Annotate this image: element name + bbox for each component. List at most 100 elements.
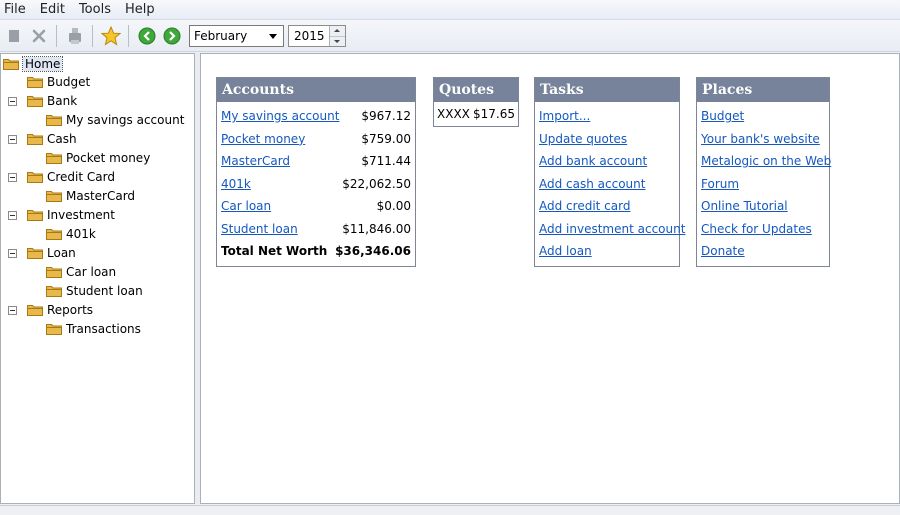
collapse-toggle-icon[interactable] (8, 306, 17, 315)
tasks-title: Tasks (535, 78, 679, 102)
accounts-title: Accounts (217, 78, 415, 102)
task-add-loan-link[interactable]: Add loan (539, 244, 592, 258)
year-value: 2015 (294, 29, 325, 43)
tree-item-credit-card[interactable]: Credit Card (27, 168, 115, 186)
folder-icon (46, 324, 62, 335)
folder-icon (27, 77, 43, 88)
places-title: Places (697, 78, 829, 102)
account-row: 401k $22,062.50 (221, 173, 411, 196)
toolbar-separator (56, 24, 57, 47)
account-link[interactable]: My savings account (221, 109, 339, 123)
account-link[interactable]: MasterCard (221, 154, 290, 168)
tree-item-budget[interactable]: Budget (27, 73, 90, 91)
account-amount: $11,846.00 (342, 221, 411, 236)
account-link[interactable]: Car loan (221, 199, 271, 213)
status-bar (0, 505, 900, 515)
toolbar-separator (92, 24, 93, 47)
account-row: Pocket money $759.00 (221, 128, 411, 151)
task-add-cash-account-link[interactable]: Add cash account (539, 177, 645, 191)
account-row: MasterCard $711.44 (221, 150, 411, 173)
quote-row: XXXX $17.65 (437, 104, 515, 124)
collapse-toggle-icon[interactable] (8, 211, 17, 220)
account-row: Car loan $0.00 (221, 195, 411, 218)
forward-arrow-icon[interactable] (161, 25, 183, 47)
account-link[interactable]: 401k (221, 177, 251, 191)
folder-icon (46, 286, 62, 297)
place-forum-link[interactable]: Forum (701, 177, 739, 191)
month-dropdown[interactable]: February (189, 25, 284, 47)
account-link[interactable]: Pocket money (221, 132, 305, 146)
folder-icon (46, 267, 62, 278)
folder-icon (27, 96, 43, 107)
tree-item-student-loan[interactable]: Student loan (46, 282, 143, 300)
account-amount: $0.00 (376, 199, 411, 214)
collapse-toggle-icon[interactable] (8, 173, 17, 182)
folder-icon (27, 172, 43, 183)
folder-icon (46, 191, 62, 202)
stop-icon[interactable] (3, 25, 25, 47)
collapse-toggle-icon[interactable] (8, 249, 17, 258)
account-amount: $22,062.50 (342, 176, 411, 191)
toolbar: February 2015 (0, 20, 900, 52)
quote-price: $17.65 (473, 107, 515, 121)
total-net-worth-row: Total Net Worth $36,346.06 (221, 240, 411, 263)
tree-item-car-loan[interactable]: Car loan (46, 263, 116, 281)
quotes-title: Quotes (434, 78, 518, 102)
place-bank-website-link[interactable]: Your bank's website (701, 132, 820, 146)
folder-icon (27, 305, 43, 316)
place-online-tutorial-link[interactable]: Online Tutorial (701, 199, 788, 213)
tree-item-my-savings-account[interactable]: My savings account (46, 111, 184, 129)
tree-item-pocket-money[interactable]: Pocket money (46, 149, 150, 167)
back-arrow-icon[interactable] (136, 25, 158, 47)
tree-item-bank[interactable]: Bank (27, 92, 77, 110)
task-add-investment-account-link[interactable]: Add investment account (539, 222, 685, 236)
quotes-panel: Quotes XXXX $17.65 (433, 77, 519, 127)
place-metalogic-web-link[interactable]: Metalogic on the Web (701, 154, 831, 168)
collapse-toggle-icon[interactable] (8, 97, 17, 106)
account-row: My savings account $967.12 (221, 105, 411, 128)
folder-icon (46, 229, 62, 240)
month-value: February (194, 29, 248, 43)
menu-tools[interactable]: Tools (72, 2, 118, 17)
tree-item-401k[interactable]: 401k (46, 225, 96, 243)
tree-item-home[interactable]: Home (3, 55, 64, 73)
task-update-quotes-link[interactable]: Update quotes (539, 132, 627, 146)
folder-icon (46, 153, 62, 164)
tree-item-mastercard[interactable]: MasterCard (46, 187, 135, 205)
toolbar-separator (128, 24, 129, 47)
tasks-panel: Tasks Import... Update quotes Add bank a… (534, 77, 685, 267)
task-add-credit-card-link[interactable]: Add credit card (539, 199, 630, 213)
print-icon[interactable] (64, 25, 86, 47)
tree-item-reports[interactable]: Reports (27, 301, 93, 319)
tree-item-transactions[interactable]: Transactions (46, 320, 141, 338)
account-row: Student loan $11,846.00 (221, 218, 411, 241)
quote-symbol: XXXX (437, 107, 470, 121)
home-dashboard: Accounts My savings account $967.12 Pock… (200, 53, 900, 504)
folder-icon (27, 210, 43, 221)
menu-file[interactable]: File (0, 2, 33, 17)
tree-item-investment[interactable]: Investment (27, 206, 115, 224)
account-amount: $967.12 (361, 109, 411, 124)
menu-edit[interactable]: Edit (33, 2, 72, 17)
folder-icon (27, 248, 43, 259)
account-link[interactable]: Student loan (221, 222, 298, 236)
year-spinner[interactable]: 2015 (288, 25, 346, 47)
task-add-bank-account-link[interactable]: Add bank account (539, 154, 647, 168)
collapse-toggle-icon[interactable] (8, 135, 17, 144)
folder-icon (27, 134, 43, 145)
tree-item-loan[interactable]: Loan (27, 244, 76, 262)
place-donate-link[interactable]: Donate (701, 244, 745, 258)
menu-help[interactable]: Help (118, 2, 162, 17)
navigation-tree: Home Budget Bank My savings account Cash… (0, 53, 195, 504)
task-import-link[interactable]: Import... (539, 109, 590, 123)
folder-icon (46, 115, 62, 126)
spin-up-button[interactable] (330, 26, 345, 37)
spin-down-button[interactable] (330, 36, 345, 46)
favorite-star-icon[interactable] (100, 25, 122, 47)
tree-item-cash[interactable]: Cash (27, 130, 77, 148)
place-check-updates-link[interactable]: Check for Updates (701, 222, 812, 236)
total-net-worth-amount: $36,346.06 (335, 244, 411, 259)
delete-icon[interactable] (28, 25, 50, 47)
account-amount: $711.44 (361, 154, 411, 169)
place-budget-link[interactable]: Budget (701, 109, 744, 123)
